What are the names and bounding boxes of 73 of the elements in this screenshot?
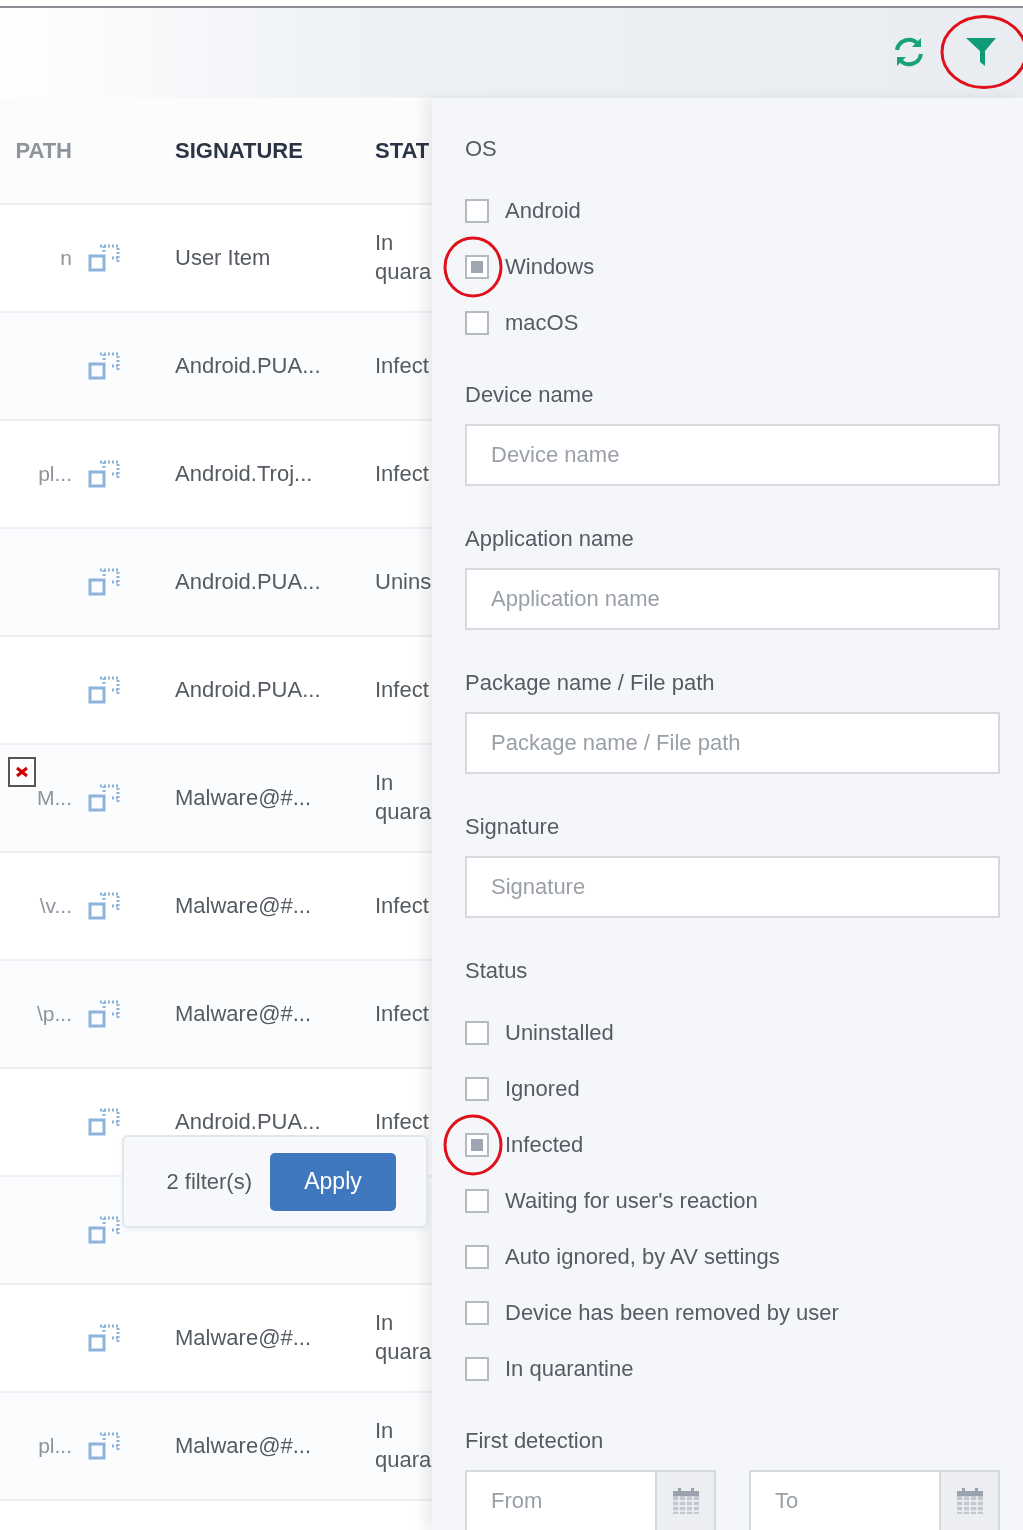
table-cell-text: Malware@#...: [175, 1433, 313, 1459]
copy-icon[interactable]: [88, 1106, 120, 1138]
table-cell-text: User Item: [175, 245, 272, 271]
checkbox-option[interactable]: Auto ignored, by AV settings: [465, 1244, 780, 1270]
table-cell-text: \p...: [35, 1002, 73, 1026]
table-cell-text: In quara: [375, 229, 432, 286]
table-cell-text: Infect: [375, 459, 430, 488]
checkbox-option[interactable]: Infected: [465, 1132, 584, 1158]
calendar-button[interactable]: [941, 1470, 1000, 1530]
date-field[interactable]: From: [465, 1470, 657, 1530]
field-label: Device name: [465, 382, 594, 408]
table-cell-text: Android.PUA...: [175, 1109, 322, 1135]
field-label: Signature: [465, 814, 560, 840]
checkbox-option[interactable]: Waiting for user's reaction: [465, 1188, 758, 1214]
table-cell-text: In quara: [375, 1309, 432, 1366]
table-cell-text: \v...: [38, 894, 73, 918]
calendar-button[interactable]: [657, 1470, 716, 1530]
table-cell-text: Android.PUA...: [175, 353, 322, 379]
table-cell-text: Android.PUA...: [175, 677, 322, 703]
table-cell-text: n: [59, 246, 73, 270]
table-cell-text: Infect: [375, 891, 430, 920]
calendar-icon: [955, 1487, 984, 1515]
table-cell-text: Unins: [375, 567, 432, 596]
field-label: Package name / File path: [465, 670, 715, 696]
date-field[interactable]: To: [749, 1470, 941, 1530]
table-cell-text: Infect: [375, 675, 430, 704]
table-cell-text: Infect: [375, 1107, 430, 1136]
copy-icon[interactable]: [88, 1322, 120, 1354]
table-cell-text: Malware@#...: [175, 1325, 313, 1351]
column-header: PATH: [14, 137, 73, 164]
copy-icon[interactable]: [88, 674, 120, 706]
input-field[interactable]: Signature: [465, 856, 1000, 918]
copy-icon[interactable]: [88, 350, 120, 382]
field-label: First detection: [465, 1428, 604, 1454]
table-cell-text: In quara: [375, 769, 432, 826]
field-label: Application name: [465, 526, 634, 552]
input-field[interactable]: Package name / File path: [465, 712, 1000, 774]
checkbox-option[interactable]: In quarantine: [465, 1356, 634, 1382]
input-field[interactable]: Application name: [465, 568, 1000, 630]
table-cell-text: In quara: [375, 1417, 432, 1474]
checkbox-option[interactable]: macOS: [465, 310, 579, 336]
copy-icon[interactable]: [88, 242, 120, 274]
calendar-icon: [671, 1487, 700, 1515]
broken-image-icon: [8, 757, 36, 787]
table-cell-text: Android.Troj...: [175, 461, 314, 487]
table-cell-text: Infect: [375, 999, 430, 1028]
copy-icon[interactable]: [88, 458, 120, 490]
column-header: STAT: [375, 137, 431, 164]
filter-count: 2 filter(s): [166, 1168, 252, 1195]
table-cell-text: pl...: [37, 462, 73, 486]
table-cell-text: Infect: [375, 351, 430, 380]
table-cell-text: Malware@#...: [175, 893, 313, 919]
copy-icon[interactable]: [88, 890, 120, 922]
table-cell-text: Malware@#...: [175, 1001, 313, 1027]
column-header: SIGNATURE: [175, 137, 304, 164]
copy-icon[interactable]: [88, 782, 120, 814]
copy-icon[interactable]: [88, 1430, 120, 1462]
table-cell-text: Android.PUA...: [175, 569, 322, 595]
table-cell-text: M...: [36, 786, 73, 810]
table-cell-text: Malware@#...: [175, 785, 313, 811]
checkbox-option[interactable]: Android: [465, 198, 581, 224]
input-field[interactable]: Device name: [465, 424, 1000, 486]
section-label: OS: [465, 136, 497, 162]
table-cell-text: pl...: [37, 1434, 73, 1458]
apply-button[interactable]: Apply: [270, 1152, 396, 1211]
copy-icon[interactable]: [88, 1214, 120, 1246]
copy-icon[interactable]: [88, 998, 120, 1030]
checkbox-option[interactable]: Windows: [465, 254, 595, 280]
checkbox-option[interactable]: Ignored: [465, 1076, 580, 1102]
checkbox-option[interactable]: Uninstalled: [465, 1020, 614, 1046]
copy-icon[interactable]: [88, 566, 120, 598]
section-label: Status: [465, 958, 528, 984]
checkbox-option[interactable]: Device has been removed by user: [465, 1300, 839, 1326]
